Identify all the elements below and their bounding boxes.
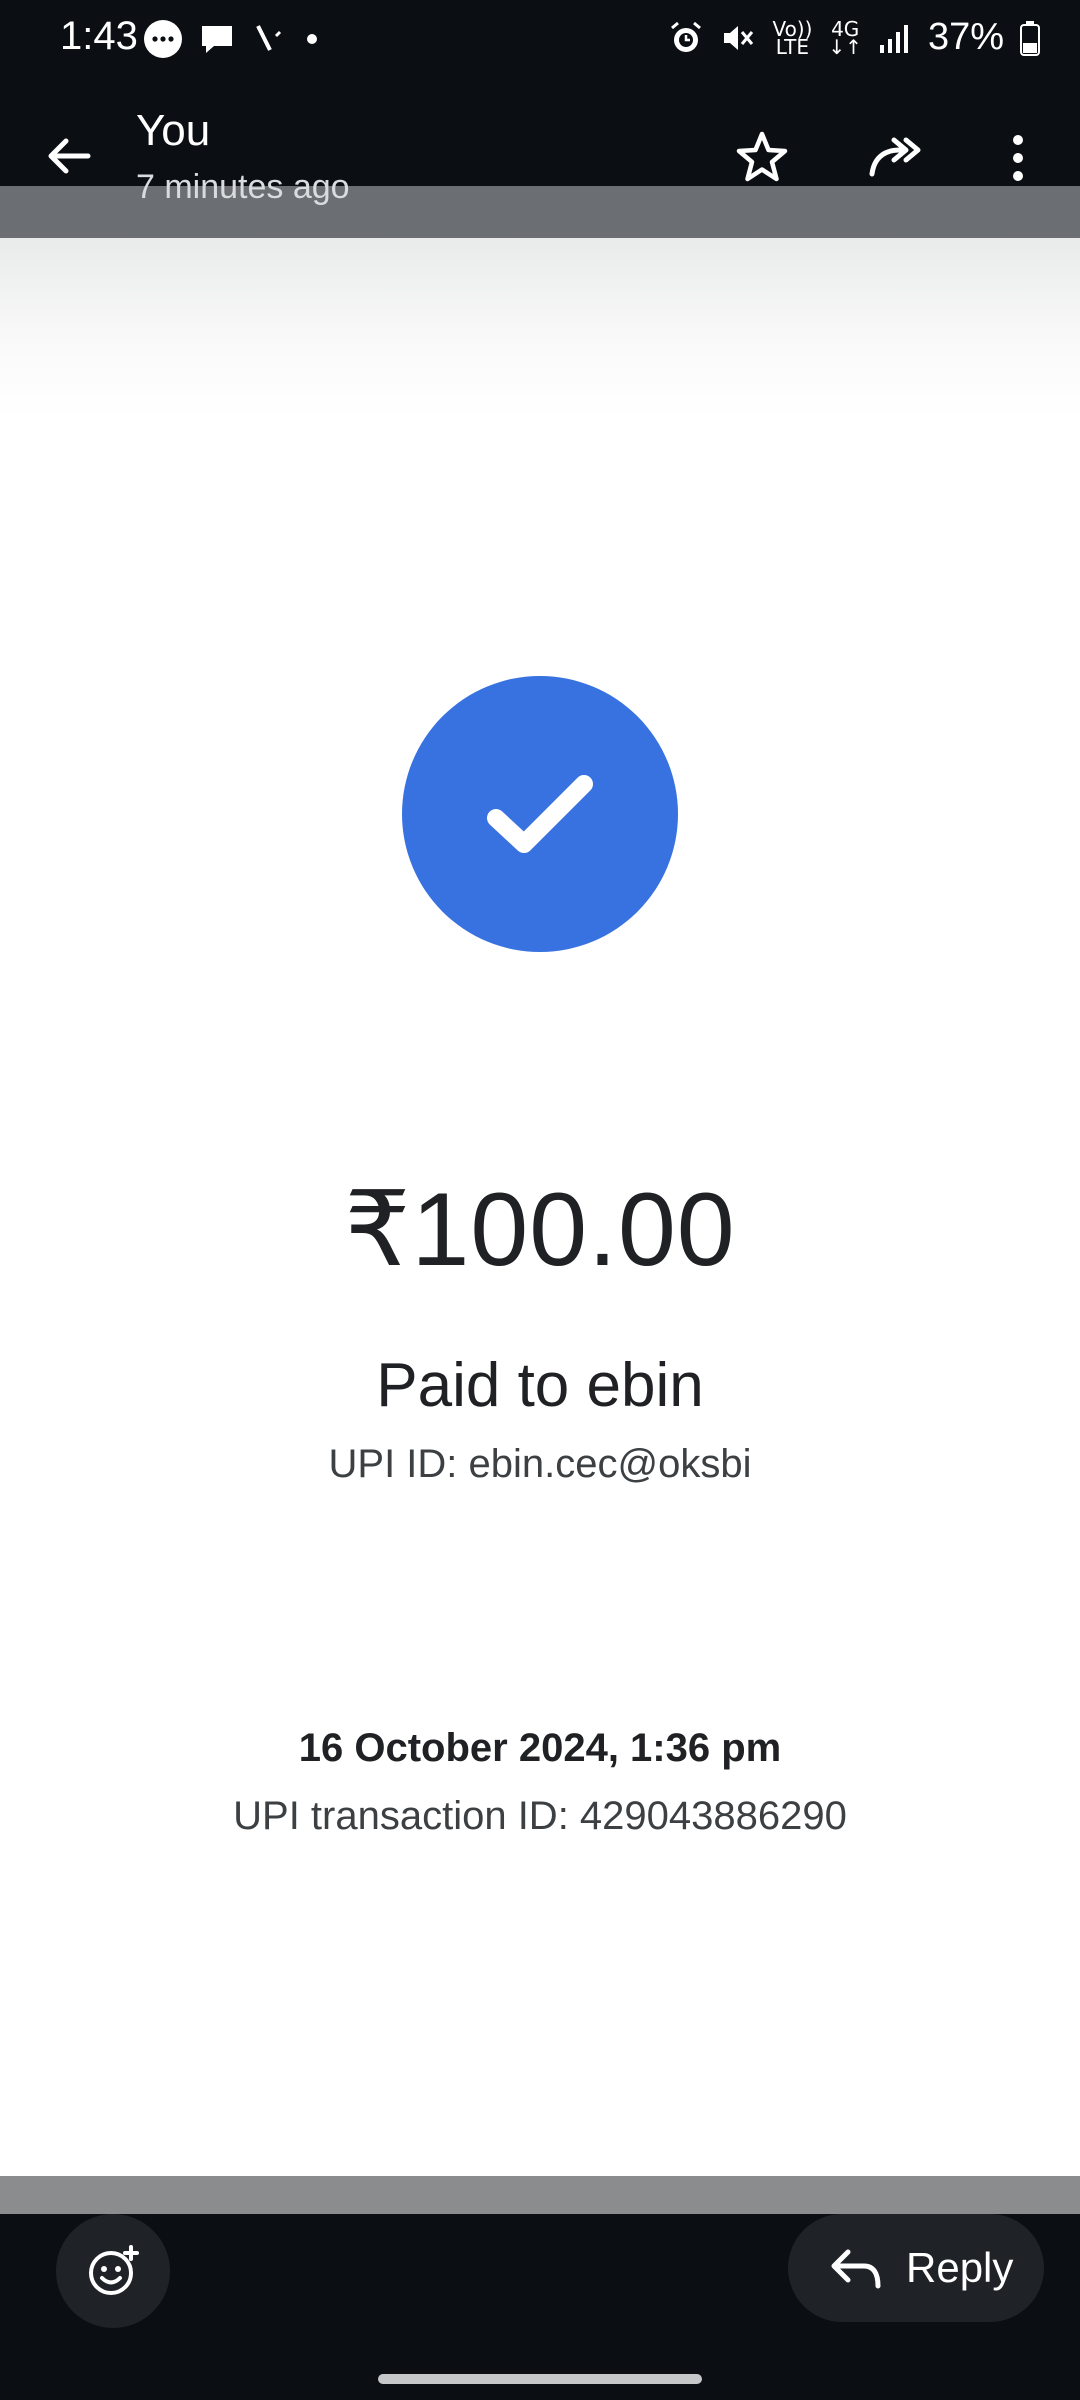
system-icons: Vo)) LTE 4G ↓↑ 37% bbox=[668, 16, 1040, 59]
signal-icon bbox=[879, 24, 908, 53]
add-reaction-button[interactable] bbox=[56, 2214, 170, 2328]
home-indicator[interactable] bbox=[378, 2374, 702, 2384]
4g-indicator: 4G ↓↑ bbox=[828, 16, 862, 59]
payee-label: Paid to ebin bbox=[376, 1351, 704, 1420]
bottom-bar: Reply bbox=[0, 2214, 1080, 2400]
image-bottom-band bbox=[0, 2176, 1080, 2214]
data-arrows-icon: ↓↑ bbox=[828, 34, 862, 59]
notification-icons bbox=[142, 18, 322, 60]
star-icon[interactable] bbox=[732, 128, 792, 188]
success-check-icon bbox=[402, 676, 678, 952]
message-icon bbox=[202, 26, 232, 53]
transaction-id: UPI transaction ID: 429043886290 bbox=[233, 1794, 847, 1838]
status-time: 1:43 bbox=[60, 14, 138, 58]
status-bar: 1:43 Vo)) LTE 4G ↓↑ 37% bbox=[0, 0, 1080, 80]
reply-button[interactable]: Reply bbox=[788, 2214, 1044, 2322]
missed-call-icon bbox=[256, 25, 282, 51]
back-arrow-icon[interactable] bbox=[40, 128, 96, 184]
battery-percent: 37% bbox=[927, 16, 1004, 58]
payment-datetime: 16 October 2024, 1:36 pm bbox=[298, 1726, 782, 1770]
reply-label: Reply bbox=[906, 2244, 1014, 2291]
chat-bubble-icon bbox=[144, 20, 182, 58]
alarm-icon bbox=[671, 21, 702, 52]
mute-icon bbox=[724, 25, 754, 50]
more-options-icon[interactable] bbox=[988, 128, 1048, 188]
time-ago: 7 minutes ago bbox=[136, 168, 350, 206]
app-bar: You 7 minutes ago bbox=[0, 80, 1080, 206]
battery-icon bbox=[1020, 20, 1040, 56]
emoji-add-icon bbox=[89, 2245, 139, 2295]
payment-amount: ₹100.00 bbox=[344, 1172, 736, 1288]
dot-icon bbox=[307, 34, 317, 44]
upi-id: UPI ID: ebin.cec@oksbi bbox=[328, 1442, 752, 1486]
forward-icon[interactable] bbox=[866, 128, 926, 188]
sender-name: You bbox=[136, 106, 211, 155]
payment-receipt-image[interactable]: ₹100.00 Paid to ebin UPI ID: ebin.cec@ok… bbox=[0, 238, 1080, 2176]
volte-indicator: Vo)) LTE bbox=[772, 16, 813, 59]
reply-icon bbox=[831, 2249, 881, 2289]
